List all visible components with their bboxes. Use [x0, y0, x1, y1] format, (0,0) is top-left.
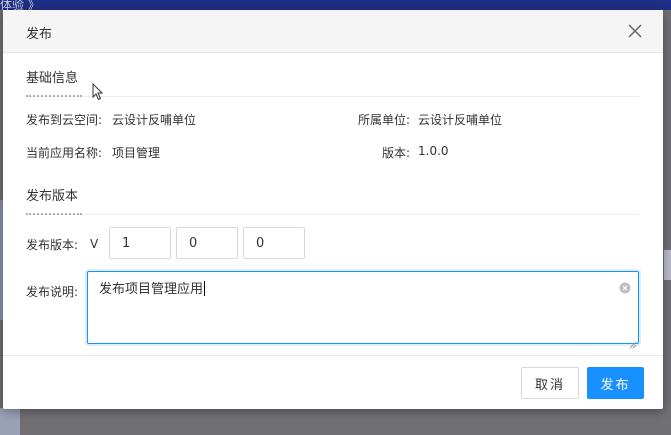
publish-button[interactable]: 发布 — [587, 367, 644, 399]
close-icon[interactable] — [627, 23, 643, 39]
section-title-basic-info: 基础信息 — [26, 71, 79, 86]
cancel-button[interactable]: 取消 — [521, 367, 579, 399]
section-underline — [26, 213, 82, 215]
unit-value: 云设计反哺单位 — [418, 113, 503, 127]
background-fragment — [664, 250, 671, 280]
dialog-header: 发布 — [3, 10, 663, 53]
version-label: 版本: — [382, 146, 411, 160]
release-notes-value: 发布项目管理应用 — [99, 282, 204, 297]
version-minor-input[interactable] — [176, 227, 238, 259]
clear-icon[interactable] — [619, 279, 631, 294]
version-patch-input[interactable] — [243, 227, 305, 259]
footer-divider — [3, 355, 663, 356]
release-notes-label: 发布说明: — [26, 285, 79, 299]
resize-handle-icon[interactable] — [629, 334, 637, 349]
unit-label: 所属单位: — [358, 113, 411, 127]
app-name-value: 项目管理 — [112, 146, 161, 160]
mouse-cursor-icon — [92, 82, 104, 101]
release-version-label: 发布版本: — [26, 238, 79, 252]
space-label: 发布到云空间: — [26, 113, 103, 127]
section-title-release: 发布版本 — [26, 189, 79, 204]
release-notes-textarea[interactable]: 发布项目管理应用 — [87, 271, 639, 349]
background-fragment — [0, 408, 20, 435]
app-name-label: 当前应用名称: — [26, 146, 103, 160]
space-value: 云设计反哺单位 — [112, 113, 197, 127]
version-value: 1.0.0 — [418, 144, 449, 158]
publish-dialog: 发布 基础信息 发布到云空间: 云设计反哺单位 所属单位: 云设计反哺单位 当前… — [3, 10, 663, 409]
section-divider — [26, 214, 639, 215]
release-notes-text: 发布项目管理应用 — [99, 278, 206, 297]
version-major-input[interactable] — [109, 227, 171, 259]
section-underline — [26, 95, 82, 97]
section-divider — [26, 96, 639, 97]
dialog-title: 发布 — [26, 27, 53, 42]
text-caret — [204, 281, 206, 296]
background-topbar: 体验 》 — [0, 0, 671, 12]
version-prefix: V — [90, 237, 99, 251]
